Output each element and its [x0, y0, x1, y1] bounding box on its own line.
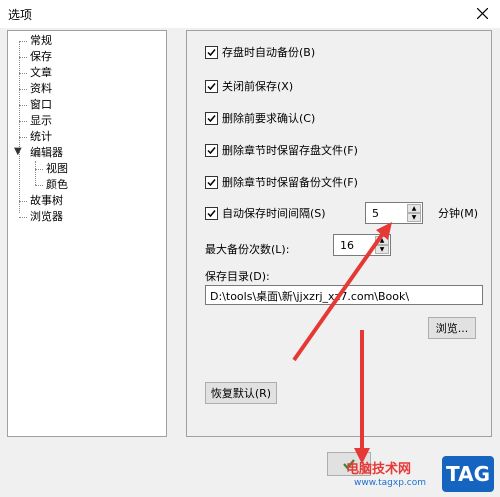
- spinner-arrows: ▲ ▼: [407, 204, 421, 222]
- close-button[interactable]: [466, 0, 500, 28]
- checkbox-box[interactable]: [205, 111, 218, 125]
- auto-backup-checkbox[interactable]: 存盘时自动备份(B): [205, 44, 315, 60]
- interval-unit-label: 分钟(M): [438, 207, 479, 220]
- checkbox-label: 删除章节时保留存盘文件(F): [222, 144, 358, 157]
- tree-item-editor[interactable]: 编辑器: [30, 146, 63, 160]
- tree-item-material[interactable]: 资料: [30, 82, 52, 96]
- watermark-url: www.tagxp.com: [354, 478, 426, 488]
- tree-connector: [19, 73, 27, 74]
- tree-connector: [19, 201, 27, 202]
- keep-save-file-checkbox[interactable]: 删除章节时保留存盘文件(F): [205, 142, 358, 158]
- tree-connector: [19, 105, 27, 106]
- checkbox-box[interactable]: [205, 175, 218, 189]
- watermark-text: 电脑技术网: [346, 462, 412, 477]
- tree-item-stats[interactable]: 统计: [30, 130, 52, 144]
- tree-item-save[interactable]: 保存: [30, 50, 52, 64]
- tree-connector: [35, 161, 36, 185]
- tree-item-general[interactable]: 常规: [30, 34, 52, 48]
- checkmark-icon: [207, 114, 216, 122]
- checkbox-box[interactable]: [205, 45, 218, 59]
- save-before-close-checkbox[interactable]: 关闭前保存(X): [205, 78, 293, 94]
- tree-item-colors[interactable]: 颜色: [46, 178, 68, 192]
- tree-connector: [19, 57, 27, 58]
- spinner-up-icon[interactable]: ▲: [407, 204, 421, 213]
- checkbox-label: 删除前要求确认(C): [222, 112, 316, 125]
- checkbox-label: 删除章节时保留备份文件(F): [222, 176, 358, 189]
- tree-connector: [19, 121, 27, 122]
- save-dir-label: 保存目录(D):: [205, 270, 270, 283]
- browse-button[interactable]: 浏览...: [428, 317, 476, 339]
- restore-defaults-button[interactable]: 恢复默认(R): [205, 382, 277, 404]
- tree-connector: [35, 169, 43, 170]
- spinner-value[interactable]: 16: [340, 239, 354, 252]
- checkmark-icon: [207, 178, 216, 186]
- max-backups-spinner[interactable]: 16 ▲ ▼: [333, 234, 391, 256]
- save-dir-input[interactable]: D:\tools\桌面\新\jjxzrj_xz7.com\Book\: [205, 285, 483, 305]
- expand-chevron-icon[interactable]: ▼: [14, 146, 22, 157]
- spinner-up-icon[interactable]: ▲: [375, 236, 389, 245]
- tree-item-view[interactable]: 视图: [46, 162, 68, 176]
- checkbox-label: 关闭前保存(X): [222, 80, 294, 93]
- max-backups-label: 最大备份次数(L):: [205, 243, 290, 256]
- auto-save-interval-checkbox[interactable]: 自动保存时间间隔(S): [205, 205, 326, 221]
- title-bar: 选项: [0, 0, 500, 28]
- watermark-badge: TAG: [442, 456, 494, 492]
- checkmark-icon: [207, 146, 216, 154]
- checkmark-icon: [207, 82, 216, 90]
- tree-item-window[interactable]: 窗口: [30, 98, 52, 112]
- checkbox-box[interactable]: [205, 206, 218, 220]
- checkmark-icon: [207, 48, 216, 56]
- spinner-down-icon[interactable]: ▼: [375, 245, 389, 254]
- window-title: 选项: [8, 8, 33, 22]
- watermark: 电脑技术网 www.tagxp.com TAG: [346, 456, 496, 494]
- close-icon: [477, 8, 488, 19]
- tree-item-browser[interactable]: 浏览器: [30, 210, 63, 224]
- spinner-down-icon[interactable]: ▼: [407, 213, 421, 222]
- keep-backup-file-checkbox[interactable]: 删除章节时保留备份文件(F): [205, 174, 358, 190]
- tree-connector: [19, 217, 27, 218]
- checkmark-icon: [207, 209, 216, 217]
- auto-save-interval-spinner[interactable]: 5 ▲ ▼: [365, 202, 423, 224]
- tree-connector: [19, 41, 27, 42]
- options-tree: 常规 保存 文章 资料 窗口 显示 统计 ▼ 编辑器 视图 颜色 故事树 浏览器: [7, 30, 167, 437]
- confirm-delete-checkbox[interactable]: 删除前要求确认(C): [205, 110, 315, 126]
- checkbox-label: 存盘时自动备份(B): [222, 46, 316, 59]
- tree-connector: [35, 185, 43, 186]
- checkbox-label: 自动保存时间间隔(S): [222, 207, 326, 220]
- checkbox-box[interactable]: [205, 143, 218, 157]
- tree-connector: [19, 89, 27, 90]
- tree-connector: [19, 137, 27, 138]
- options-dialog: 选项 常规 保存 文章 资料 窗口 显示 统计 ▼ 编辑器 视图 颜色 故事树: [0, 0, 500, 497]
- tree-connector: [19, 41, 20, 213]
- tree-item-display[interactable]: 显示: [30, 114, 52, 128]
- spinner-value[interactable]: 5: [372, 207, 379, 220]
- checkbox-box[interactable]: [205, 79, 218, 93]
- tree-item-storytree[interactable]: 故事树: [30, 194, 63, 208]
- spinner-arrows: ▲ ▼: [375, 236, 389, 254]
- tree-item-article[interactable]: 文章: [30, 66, 52, 80]
